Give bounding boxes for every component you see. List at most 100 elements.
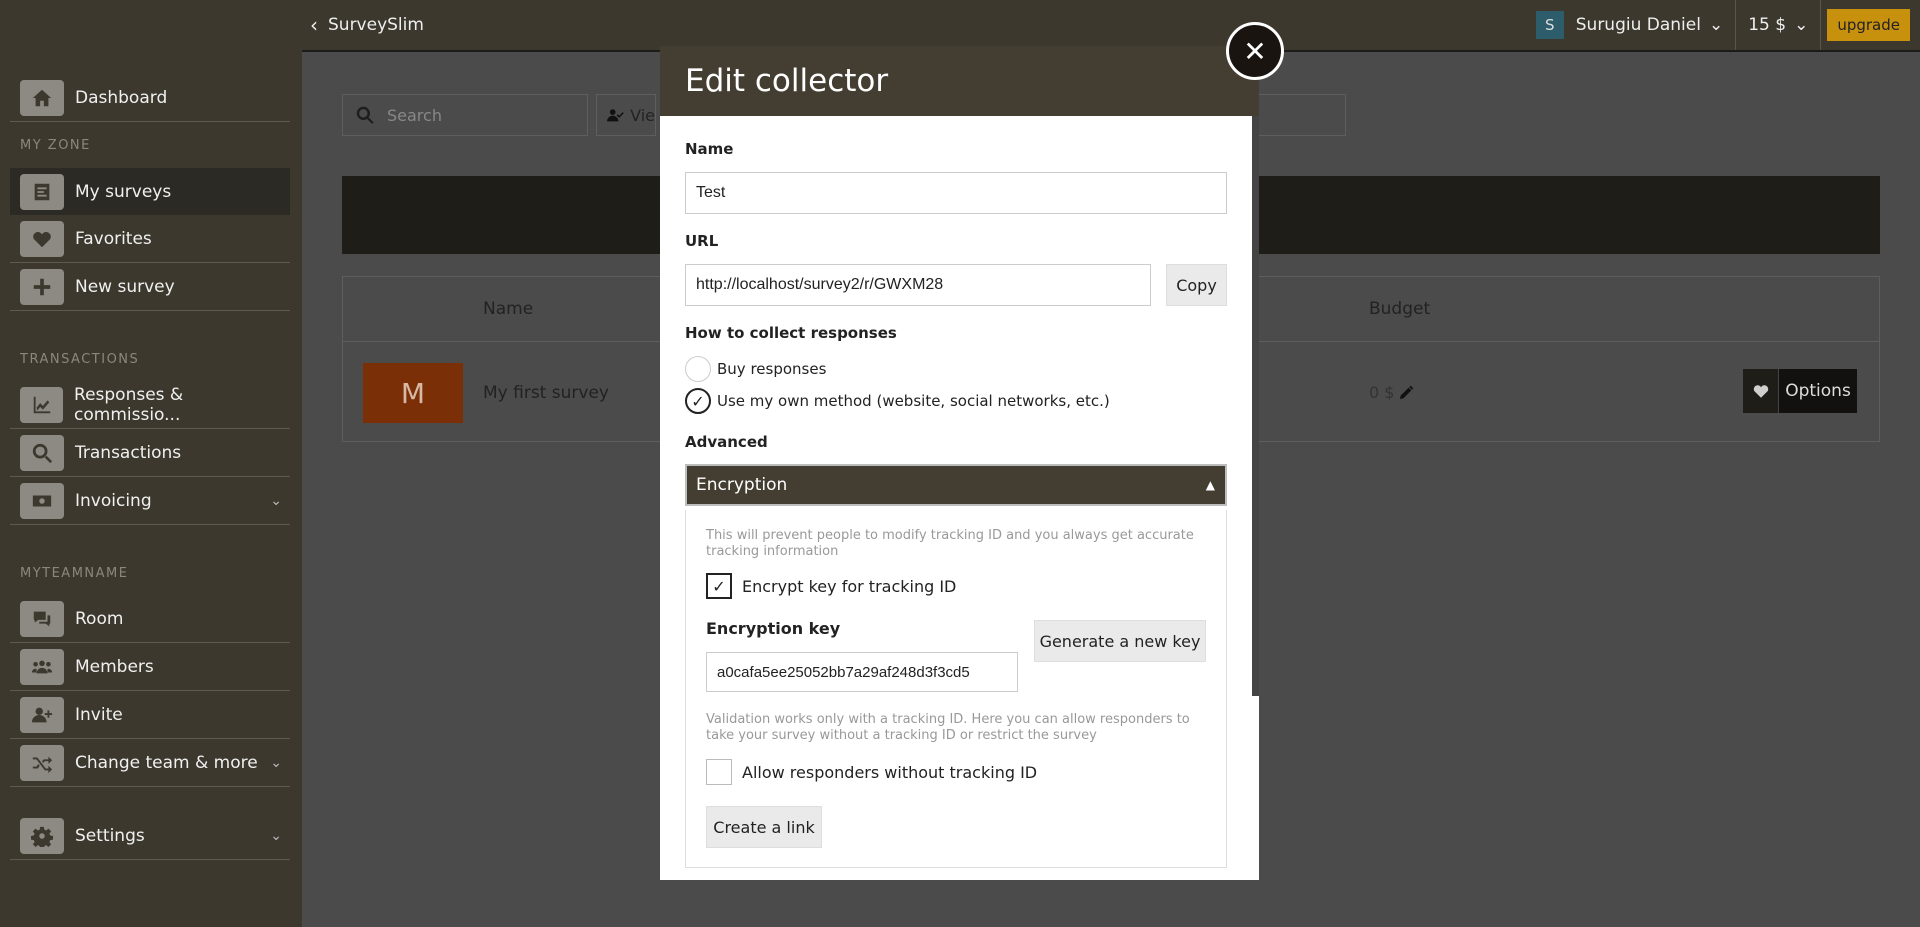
sidebar-item-new-survey[interactable]: New survey (10, 264, 290, 311)
heart-icon (20, 221, 64, 257)
sidebar-item-room[interactable]: Room (10, 596, 290, 643)
search-input[interactable]: Search (342, 94, 588, 136)
sidebar-item-label: My surveys (75, 181, 172, 202)
chevron-down-icon: ⌄ (270, 828, 282, 844)
sidebar-item-invite[interactable]: Invite (10, 692, 290, 739)
sidebar-item-label: Change team & more (75, 753, 258, 773)
sidebar-item-members[interactable]: Members (10, 644, 290, 691)
sidebar-item-label: Transactions (75, 443, 182, 463)
sidebar-item-settings[interactable]: Settings ⌄ (10, 813, 290, 860)
brand-back-link[interactable]: ‹ SurveySlim (310, 0, 424, 50)
accordion-title: Encryption (696, 475, 788, 495)
upgrade-button[interactable]: upgrade (1827, 9, 1910, 41)
section-transactions: TRANSACTIONS (20, 352, 140, 367)
encrypt-help-text: This will prevent people to modify track… (706, 528, 1194, 559)
sidebar-item-transactions[interactable]: Transactions (10, 430, 290, 477)
comments-icon (20, 601, 64, 637)
collect-label: How to collect responses (685, 324, 897, 342)
view-filter-button[interactable]: Vie (596, 94, 656, 136)
sidebar-item-favorites[interactable]: Favorites (10, 216, 290, 263)
check-icon: ✓ (691, 391, 705, 411)
plus-icon (20, 269, 64, 305)
heart-icon (1753, 385, 1768, 398)
options-button[interactable]: Options (1779, 369, 1857, 413)
avatar[interactable]: S (1535, 11, 1564, 39)
radio-own-label: Use my own method (website, social netwo… (717, 392, 1110, 410)
sidebar-item-label: Room (75, 609, 124, 629)
credit-amount: 15 $ (1748, 15, 1787, 35)
generate-key-button[interactable]: Generate a new key (1034, 620, 1206, 662)
accordion-encryption[interactable]: Encryption ▲ (685, 464, 1227, 506)
chevron-left-icon: ‹ (310, 13, 318, 37)
user-name: Surugiu Daniel (1575, 15, 1701, 35)
chevron-down-icon: ⌄ (270, 755, 282, 771)
search-placeholder: Search (387, 105, 442, 125)
sidebar-item-label: Favorites (75, 229, 152, 249)
sidebar-item-responses[interactable]: Responses & commissio... (10, 382, 290, 429)
money-icon (20, 483, 64, 519)
allow-responders-label: Allow responders without tracking ID (742, 763, 1038, 782)
url-field[interactable]: http://localhost/survey2/r/GWXM28 (685, 264, 1151, 306)
sidebar-item-label: Dashboard (75, 88, 168, 108)
encrypt-checkbox[interactable]: ✓ (706, 573, 732, 599)
encryption-key-field[interactable]: a0cafa5ee25052bb7a29af248d3f3cd5 (706, 652, 1018, 692)
close-modal-button[interactable]: ✕ (1226, 22, 1284, 80)
sidebar-item-label: Invite (75, 705, 123, 725)
sidebar-item-dashboard[interactable]: Dashboard (10, 75, 290, 122)
modal-scrollbar[interactable] (1252, 116, 1259, 696)
sidebar: Dashboard MY ZONE My surveys Favorites N… (0, 50, 302, 927)
sidebar-item-label: Responses & commissio... (74, 385, 184, 425)
budget-value: 0 $ (1369, 383, 1395, 402)
validation-help-text: Validation works only with a tracking ID… (706, 712, 1190, 743)
encrypt-checkbox-label: Encrypt key for tracking ID (742, 577, 957, 596)
sidebar-item-change-team[interactable]: Change team & more ⌄ (10, 740, 290, 787)
close-icon: ✕ (1243, 34, 1267, 68)
shuffle-icon (20, 745, 64, 781)
survey-budget: 0 $ (1369, 383, 1414, 402)
home-icon (20, 80, 64, 116)
chevron-up-icon: ▲ (1205, 478, 1215, 492)
check-icon: ✓ (712, 576, 726, 596)
survey-thumbnail[interactable]: M (363, 363, 463, 423)
allow-responders-checkbox[interactable] (706, 759, 732, 785)
user-plus-icon (20, 697, 64, 733)
brand-name: SurveySlim (328, 15, 424, 35)
user-area: S Surugiu Daniel ⌄ 15 $ ⌄ upgrade (1535, 0, 1920, 50)
name-label: Name (685, 140, 734, 158)
name-field[interactable]: Test (685, 172, 1227, 214)
radio-own-method[interactable]: ✓ (685, 388, 711, 414)
sidebar-item-label: Members (75, 657, 154, 677)
encryption-key-label: Encryption key (706, 619, 841, 638)
radio-buy-responses[interactable] (685, 356, 711, 382)
url-label: URL (685, 232, 719, 250)
user-menu[interactable]: Surugiu Daniel ⌄ (1575, 0, 1737, 50)
column-header-budget: Budget (1369, 299, 1431, 319)
survey-name[interactable]: My first survey (483, 383, 609, 403)
users-icon (20, 649, 64, 685)
copy-url-button[interactable]: Copy (1166, 264, 1227, 306)
section-team: MYTEAMNAME (20, 566, 129, 581)
create-link-button[interactable]: Create a link (706, 806, 822, 848)
radio-buy-label: Buy responses (717, 360, 827, 378)
column-header-name: Name (483, 299, 534, 319)
gear-icon (20, 818, 64, 854)
sidebar-item-label: Invoicing (75, 491, 152, 511)
user-check-icon (607, 109, 624, 122)
search-icon (356, 106, 374, 124)
chart-icon (20, 387, 64, 423)
modal-header: Edit collector (660, 46, 1259, 116)
credit-menu[interactable]: 15 $ ⌄ (1736, 0, 1822, 50)
view-label: Vie (630, 105, 655, 125)
sidebar-item-label: New survey (75, 277, 175, 297)
pencil-icon[interactable] (1398, 385, 1414, 401)
section-my-zone: MY ZONE (20, 138, 91, 153)
sidebar-item-invoicing[interactable]: Invoicing ⌄ (10, 478, 290, 525)
survey-icon (20, 173, 64, 210)
chevron-down-icon: ⌄ (1708, 15, 1724, 35)
chevron-down-icon: ⌄ (1794, 15, 1809, 35)
advanced-label: Advanced (685, 433, 768, 451)
modal-title: Edit collector (685, 63, 889, 99)
top-bar: ‹ SurveySlim S Surugiu Daniel ⌄ 15 $ ⌄ u… (0, 0, 1920, 50)
sidebar-item-my-surveys[interactable]: My surveys (10, 168, 290, 215)
favorite-button[interactable] (1743, 369, 1779, 413)
